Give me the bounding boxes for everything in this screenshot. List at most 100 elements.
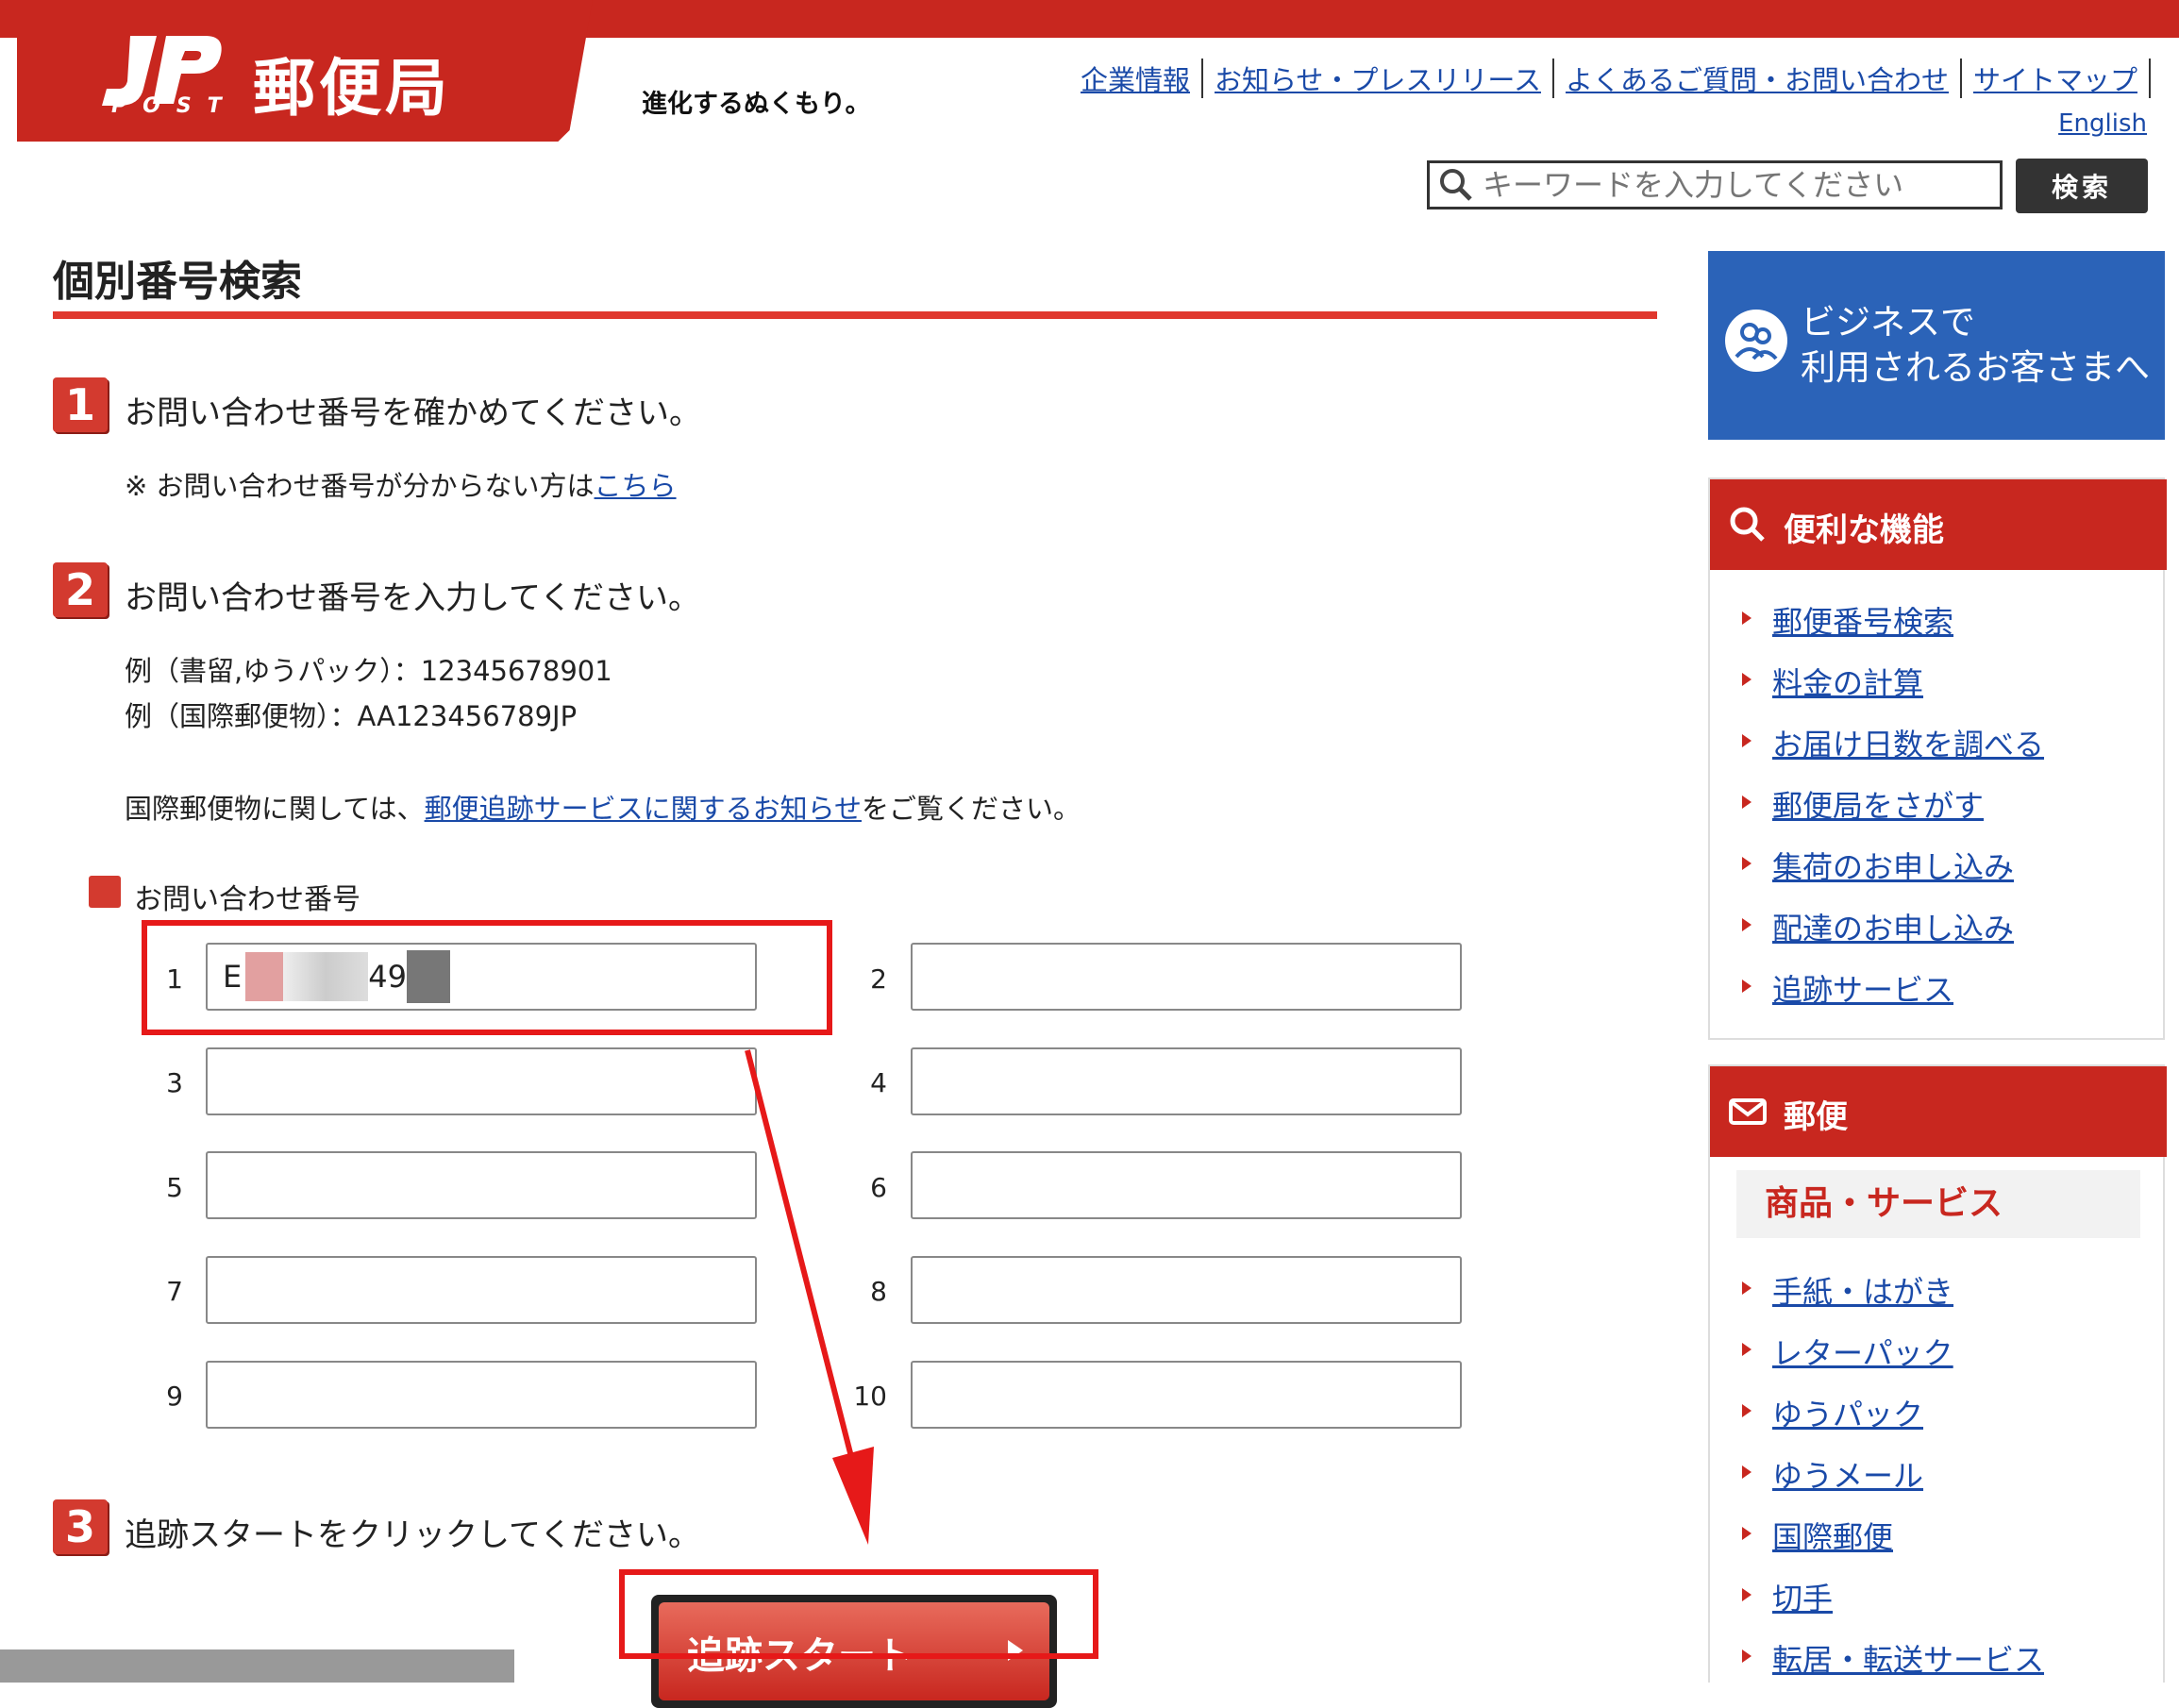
mail-stamps[interactable]: 切手 <box>1742 1575 2044 1636</box>
mail-international[interactable]: 国際郵便 <box>1742 1514 2044 1575</box>
inquiry-number-input-3[interactable] <box>206 1047 757 1115</box>
tagline: 進化するぬくもり。 <box>642 90 871 119</box>
search-icon <box>1440 169 1472 201</box>
features-header: 便利な機能 <box>1710 479 2167 570</box>
feature-pickup-request[interactable]: 集荷のお申し込み <box>1742 844 2044 905</box>
feature-link-label[interactable]: 料金の計算 <box>1772 665 1923 701</box>
bullet-triangle-icon <box>1742 918 1752 931</box>
field-num-2: 2 <box>870 963 887 995</box>
field-label: お問い合わせ番号 <box>134 883 360 916</box>
mail-list: 手紙・はがき レターパック ゆうパック ゆうメール 国際郵便 切手 転居・転送サ… <box>1742 1268 2044 1698</box>
feature-postal-code-search[interactable]: 郵便番号検索 <box>1742 598 2044 660</box>
mail-letterpack[interactable]: レターパック <box>1742 1330 2044 1391</box>
bullet-triangle-icon <box>1742 1343 1752 1356</box>
mail-letters-postcards[interactable]: 手紙・はがき <box>1742 1268 2044 1330</box>
feature-delivery-request[interactable]: 配達のお申し込み <box>1742 905 2044 966</box>
inquiry-number-input-7[interactable] <box>206 1256 757 1324</box>
note-prefix: ※ お問い合わせ番号が分からない方は <box>125 470 595 502</box>
horizontal-scrollbar[interactable] <box>0 1649 514 1683</box>
inquiry-number-input-10[interactable] <box>911 1361 1462 1429</box>
bullet-triangle-icon <box>1742 611 1752 625</box>
mail-forwarding[interactable]: 転居・転送サービス <box>1742 1636 2044 1698</box>
business-users-icon <box>1725 310 1787 372</box>
mail-yupack[interactable]: ゆうパック <box>1742 1391 2044 1452</box>
business-banner-text: ビジネスで 利用されるお客さまへ <box>1801 300 2150 391</box>
header-link-sitemap[interactable]: サイトマップ <box>1962 59 2151 98</box>
bullet-triangle-icon <box>1742 1527 1752 1540</box>
bullet-triangle-icon <box>1742 795 1752 809</box>
header-links: 企業情報 お知らせ・プレスリリース よくあるご質問・お問い合わせ サイトマップ <box>1069 59 2151 98</box>
header-link-company[interactable]: 企業情報 <box>1069 59 1203 98</box>
feature-link-label[interactable]: 郵便番号検索 <box>1772 604 1953 640</box>
business-banner[interactable]: ビジネスで 利用されるお客さまへ <box>1708 251 2165 440</box>
annotation-arrow <box>745 1049 874 1545</box>
feature-find-post-office[interactable]: 郵便局をさがす <box>1742 782 2044 844</box>
mail-link-label[interactable]: ゆうメール <box>1772 1458 1923 1494</box>
search-input[interactable] <box>1477 166 2000 204</box>
feature-link-label[interactable]: お届け日数を調べる <box>1772 727 2044 762</box>
header-link-faq[interactable]: よくあるご質問・お問い合わせ <box>1554 59 1962 98</box>
mail-yumail[interactable]: ゆうメール <box>1742 1452 2044 1514</box>
highlight-input-box <box>142 920 832 1035</box>
inquiry-number-input-5[interactable] <box>206 1151 757 1219</box>
mail-header: 郵便 <box>1710 1066 2167 1157</box>
field-num-7: 7 <box>166 1276 183 1307</box>
mail-title: 郵便 <box>1784 1098 1848 1136</box>
step-1-text: お問い合わせ番号を確かめてください。 <box>125 394 701 432</box>
step-3-badge: 3 <box>53 1499 108 1554</box>
mail-link-label[interactable]: レターパック <box>1772 1335 1953 1371</box>
logo-text: 郵便局 <box>253 52 451 125</box>
feature-link-label[interactable]: 集荷のお申し込み <box>1772 849 2014 885</box>
logo-post-text: POST <box>111 94 238 118</box>
feature-link-label[interactable]: 配達のお申し込み <box>1772 911 2014 946</box>
page-title: 個別番号検索 <box>53 258 302 306</box>
feature-delivery-days[interactable]: お届け日数を調べる <box>1742 721 2044 782</box>
inquiry-number-input-2[interactable] <box>911 943 1462 1011</box>
bullet-triangle-icon <box>1742 1588 1752 1601</box>
mail-link-label[interactable]: ゆうパック <box>1772 1397 1923 1432</box>
english-link[interactable]: English <box>2058 109 2147 138</box>
bullet-triangle-icon <box>1742 980 1752 993</box>
highlight-track-button <box>619 1569 1098 1659</box>
inquiry-number-input-6[interactable] <box>911 1151 1462 1219</box>
business-banner-line1: ビジネスで <box>1801 302 1975 343</box>
bullet-triangle-icon <box>1742 734 1752 747</box>
step-3-text: 追跡スタートをクリックしてください。 <box>125 1516 700 1554</box>
field-num-3: 3 <box>166 1067 183 1098</box>
step-1-badge: 1 <box>53 377 108 432</box>
step-2-badge: 2 <box>53 562 108 617</box>
mail-link-label[interactable]: 切手 <box>1772 1581 1833 1616</box>
inquiry-number-input-9[interactable] <box>206 1361 757 1429</box>
features-title: 便利な機能 <box>1784 511 1944 549</box>
search-button[interactable]: 検索 <box>2016 159 2148 213</box>
header-link-news[interactable]: お知らせ・プレスリリース <box>1203 59 1554 98</box>
search-icon <box>1730 507 1765 542</box>
tracking-notice-link[interactable]: 郵便追跡サービスに関するお知らせ <box>425 793 862 825</box>
field-num-5: 5 <box>166 1172 183 1203</box>
bullet-triangle-icon <box>1742 673 1752 686</box>
field-num-9: 9 <box>166 1381 183 1412</box>
search-box <box>1427 160 2003 209</box>
mail-link-label[interactable]: 転居・転送サービス <box>1772 1642 2044 1678</box>
envelope-icon <box>1729 1098 1767 1125</box>
field-label-marker <box>89 876 121 908</box>
title-rule <box>53 311 1657 319</box>
step-2-text: お問い合わせ番号を入力してください。 <box>125 579 700 617</box>
inquiry-number-input-8[interactable] <box>911 1256 1462 1324</box>
logo-block[interactable]: POST 郵便局 <box>17 0 593 142</box>
inquiry-number-input-4[interactable] <box>911 1047 1462 1115</box>
intl-suffix: をご覧ください。 <box>861 793 1081 825</box>
mail-link-label[interactable]: 手紙・はがき <box>1772 1274 1953 1310</box>
here-link[interactable]: こちら <box>595 470 677 502</box>
intl-prefix: 国際郵便物に関しては、 <box>125 793 425 825</box>
bullet-triangle-icon <box>1742 1404 1752 1417</box>
feature-fee-calc[interactable]: 料金の計算 <box>1742 660 2044 721</box>
example-domestic: 例（書留,ゆうパック）：12345678901 <box>125 655 612 687</box>
mail-link-label[interactable]: 国際郵便 <box>1772 1519 1893 1555</box>
feature-link-label[interactable]: 郵便局をさがす <box>1772 788 1984 824</box>
features-list: 郵便番号検索 料金の計算 お届け日数を調べる 郵便局をさがす 集荷のお申し込み … <box>1742 598 2044 1028</box>
bullet-triangle-icon <box>1742 1649 1752 1663</box>
feature-tracking-service[interactable]: 追跡サービス <box>1742 966 2044 1028</box>
example-international: 例（国際郵便物）：AA123456789JP <box>125 700 578 732</box>
feature-link-label[interactable]: 追跡サービス <box>1772 972 1953 1008</box>
